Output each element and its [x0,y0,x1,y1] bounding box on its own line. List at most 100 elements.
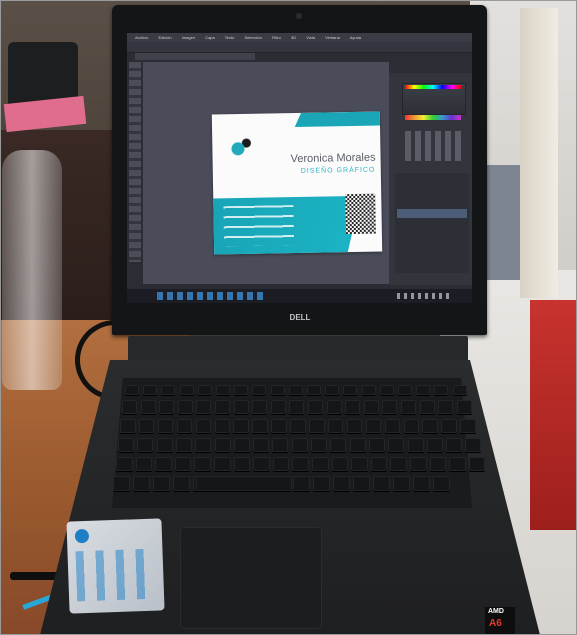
keyboard-key[interactable] [161,385,176,395]
keyboard-key[interactable] [233,419,249,433]
keyboard-key[interactable] [343,385,358,395]
menu-item[interactable]: Selección [244,35,261,40]
keyboard-key[interactable] [194,457,211,471]
keyboard-key[interactable] [325,385,340,395]
menu-item[interactable]: Edición [158,35,171,40]
keyboard-key[interactable] [384,419,401,433]
keyboard-key[interactable] [388,438,405,452]
keyboard-key[interactable] [449,457,466,471]
keyboard-key[interactable] [175,438,192,452]
menu-item[interactable]: Archivo [135,35,148,40]
menu-item[interactable]: 3D [291,35,296,40]
keyboard-key[interactable] [365,419,382,433]
keyboard-key[interactable] [311,438,327,452]
keyboard-key[interactable] [116,457,133,471]
keyboard-key[interactable] [253,438,270,452]
keyboard-key[interactable] [176,419,193,433]
keyboard-key[interactable] [214,419,230,433]
keyboard-key[interactable] [345,400,361,414]
keyboard-key[interactable] [179,385,194,395]
keyboard-key[interactable] [441,419,457,433]
keyboard-key[interactable] [327,419,344,433]
menu-item[interactable]: Texto [225,35,235,40]
keyboard-key[interactable] [401,400,416,414]
keyboard-key[interactable] [331,457,349,471]
keyboard-key[interactable] [333,476,350,491]
keyboard-key[interactable] [326,400,342,414]
keyboard-key[interactable] [252,400,268,414]
keyboard-key[interactable] [438,400,454,414]
keyboard-key[interactable] [419,400,435,414]
keyboard-key[interactable] [309,419,325,433]
keyboard-key[interactable] [157,419,174,433]
keyboard-key[interactable] [153,476,170,491]
keyboard-key[interactable] [291,438,308,452]
keyboard-key[interactable] [138,419,155,433]
keyboard-key[interactable] [174,457,192,471]
keyboard-key[interactable] [361,385,376,395]
keyboard-key[interactable] [413,476,430,491]
keyboard-key[interactable] [270,400,286,414]
keyboard-key[interactable] [214,457,231,471]
keyboard-key[interactable] [156,438,173,452]
keyboard-key[interactable] [140,400,156,414]
keyboard-key[interactable] [270,385,285,395]
keyboard-key[interactable] [216,385,230,395]
keyboard-key[interactable] [272,457,290,471]
keyboard-key[interactable] [312,457,329,471]
keyboard-key[interactable] [113,476,130,491]
keyboard-key[interactable] [407,438,424,452]
keyboard-key[interactable] [382,400,398,414]
keyboard-key[interactable] [403,419,419,433]
keyboard-key[interactable] [120,419,136,433]
menu-item[interactable]: Ventana [325,35,340,40]
keyboard-key[interactable] [308,400,323,414]
keyboard-key[interactable] [234,385,249,395]
keyboard-key[interactable] [349,438,366,452]
keyboard-key[interactable] [410,457,427,471]
keyboard-key[interactable] [363,400,379,414]
keyboard-key[interactable] [290,419,306,433]
keyboard-key[interactable] [288,385,303,395]
keyboard-key[interactable] [346,419,363,433]
keyboard-key[interactable] [135,457,153,471]
keyboard-key[interactable] [143,385,158,395]
keyboard-key[interactable] [214,438,231,452]
touchpad[interactable] [180,527,322,629]
keyboard-key[interactable] [233,457,251,471]
keyboard-key[interactable] [460,419,476,433]
keyboard-key[interactable] [353,476,370,491]
menu-item[interactable]: Imagen [182,35,195,40]
keyboard-key[interactable] [373,476,390,491]
keyboard-key[interactable] [233,400,249,414]
keyboard-key[interactable] [434,385,449,395]
keyboard-key[interactable] [215,400,230,414]
menu-item[interactable]: Vista [306,35,315,40]
keyboard-key[interactable] [452,385,467,395]
keyboard-key[interactable] [456,400,472,414]
spacebar-key[interactable] [196,476,292,491]
keyboard-key[interactable] [137,438,154,452]
keyboard-key[interactable] [368,438,385,452]
keyboard-key[interactable] [292,457,309,471]
menu-item[interactable]: Filtro [272,35,281,40]
keyboard-key[interactable] [293,476,310,491]
keyboard-key[interactable] [195,438,212,452]
keyboard-key[interactable] [118,438,134,452]
keyboard-key[interactable] [122,400,137,414]
keyboard-key[interactable] [429,457,447,471]
keyboard-key[interactable] [195,419,212,433]
keyboard-key[interactable] [272,438,289,452]
keyboard-key[interactable] [159,400,175,414]
keyboard-key[interactable] [252,385,267,395]
menu-item[interactable]: Ayuda [350,35,361,40]
keyboard-key[interactable] [433,476,450,491]
menu-item[interactable]: Capa [205,35,215,40]
keyboard-key[interactable] [446,438,463,452]
keyboard-key[interactable] [468,457,486,471]
keyboard-key[interactable] [307,385,321,395]
keyboard-key[interactable] [393,476,410,491]
keyboard-key[interactable] [379,385,394,395]
keyboard-key[interactable] [233,438,250,452]
keyboard-key[interactable] [426,438,443,452]
